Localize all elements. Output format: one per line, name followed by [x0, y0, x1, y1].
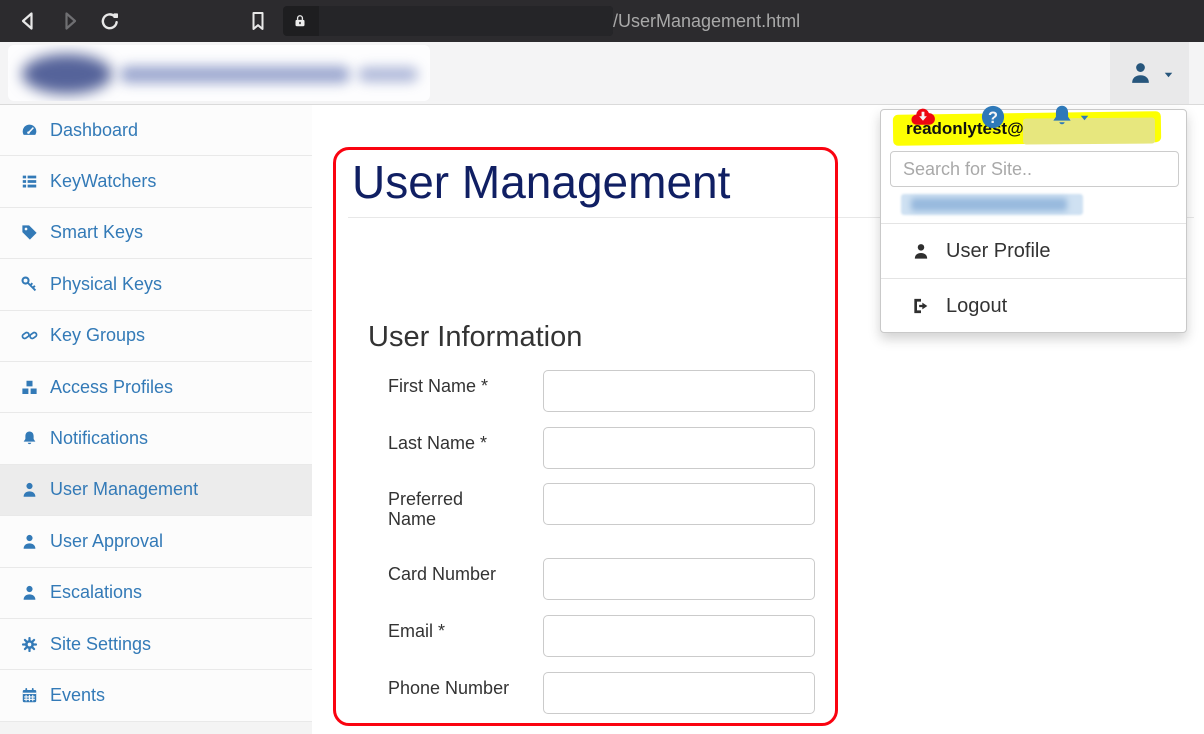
account-menu-toggle[interactable]: [1110, 42, 1189, 104]
sidebar-item-site-settings[interactable]: Site Settings: [0, 619, 312, 670]
email-input[interactable]: [543, 615, 815, 657]
user-icon: [20, 583, 39, 602]
account-user-icon: [1127, 59, 1154, 86]
sidebar-item-label: User Management: [50, 479, 198, 500]
sidebar-item-notifications[interactable]: Notifications: [0, 413, 312, 464]
sidebar-item-user-approval[interactable]: User Approval: [0, 516, 312, 567]
sidebar-item-label: KeyWatchers: [50, 171, 156, 192]
logo-blur-blob: [22, 54, 112, 94]
phone-number-label: Phone Number: [388, 678, 510, 698]
logo-blur-text: [120, 66, 350, 83]
help-icon[interactable]: ?: [979, 103, 1007, 131]
forward-icon[interactable]: [58, 9, 82, 33]
sidebar-item-access-profiles[interactable]: Access Profiles: [0, 362, 312, 413]
cloud-download-icon[interactable]: [909, 103, 937, 131]
page-title: User Management: [352, 157, 730, 208]
sidebar-item-dashboard[interactable]: Dashboard: [0, 105, 312, 156]
sidebar-item-label: Access Profiles: [50, 377, 173, 398]
card-number-input[interactable]: [543, 558, 815, 600]
dashboard-icon: [20, 121, 39, 140]
first-name-input[interactable]: [543, 370, 815, 412]
browser-toolbar: /UserManagement.html: [0, 0, 1204, 42]
lock-icon[interactable]: [291, 12, 309, 30]
sidebar-item-escalations[interactable]: Escalations: [0, 568, 312, 619]
app-logo-redacted: [8, 45, 430, 101]
sidebar-item-label: Notifications: [50, 428, 148, 449]
redacted-url: [319, 6, 613, 36]
calendar-icon: [20, 686, 39, 705]
sidebar-item-physical-keys[interactable]: Physical Keys: [0, 259, 312, 310]
site-search-input[interactable]: [890, 151, 1179, 187]
preferred-name-input[interactable]: [543, 483, 815, 525]
last-name-label: Last Name *: [388, 433, 510, 453]
back-icon[interactable]: [16, 9, 40, 33]
sidebar-item-events[interactable]: Events: [0, 670, 312, 721]
sidebar-item-label: Physical Keys: [50, 274, 162, 295]
notifications-caret-down-icon[interactable]: [1077, 112, 1092, 124]
cubes-icon: [20, 378, 39, 397]
menu-item-logout[interactable]: Logout: [881, 278, 1186, 333]
logo-blur-text-tail: [358, 67, 418, 82]
redacted-site-name[interactable]: [901, 194, 1083, 215]
phone-number-input[interactable]: [543, 672, 815, 714]
sidebar-item-label: Dashboard: [50, 120, 138, 141]
sidebar-item-user-management[interactable]: User Management: [0, 465, 312, 516]
first-name-label: First Name *: [388, 376, 510, 396]
account-dropdown-menu: readonlytest@ User Profile Logout: [880, 109, 1187, 333]
sidebar-item-key-groups[interactable]: Key Groups: [0, 311, 312, 362]
sidebar-item-label: Smart Keys: [50, 222, 143, 243]
sidebar-item-label: Events: [50, 685, 105, 706]
app-header: ?: [0, 42, 1204, 105]
email-label: Email *: [388, 621, 510, 641]
sidebar-item-label: Escalations: [50, 582, 142, 603]
logout-icon: [911, 296, 931, 316]
bell-icon: [20, 429, 39, 448]
sidebar-item-keywatchers[interactable]: KeyWatchers: [0, 156, 312, 207]
url-text: /UserManagement.html: [613, 0, 800, 42]
sidebar-item-label: Site Settings: [50, 634, 151, 655]
user-profile-icon: [911, 241, 931, 261]
chain-icon: [20, 326, 39, 345]
menu-item-user-profile[interactable]: User Profile: [881, 223, 1186, 278]
sidebar-item-smart-keys[interactable]: Smart Keys: [0, 208, 312, 259]
sidebar-item-label: Key Groups: [50, 325, 145, 346]
url-bar[interactable]: [283, 6, 613, 36]
list-icon: [20, 172, 39, 191]
tag-icon: [20, 223, 39, 242]
sidebar-nav: Dashboard KeyWatchers Smart Keys Physica…: [0, 105, 312, 734]
account-caret-down-icon: [1161, 69, 1176, 81]
gear-icon: [20, 635, 39, 654]
last-name-input[interactable]: [543, 427, 815, 469]
sidebar-item-label: User Approval: [50, 531, 163, 552]
section-title: User Information: [368, 321, 582, 354]
user-icon: [20, 480, 39, 499]
menu-item-label: User Profile: [946, 240, 1050, 263]
bookmark-icon[interactable]: [246, 9, 270, 33]
refresh-icon[interactable]: [98, 9, 122, 33]
user-icon: [20, 532, 39, 551]
svg-text:?: ?: [988, 109, 998, 127]
card-number-label: Card Number: [388, 564, 510, 584]
notifications-bell-icon[interactable]: [1048, 102, 1076, 130]
key-icon: [20, 275, 39, 294]
menu-item-label: Logout: [946, 295, 1007, 318]
preferred-name-label: Preferred Name: [388, 489, 510, 529]
